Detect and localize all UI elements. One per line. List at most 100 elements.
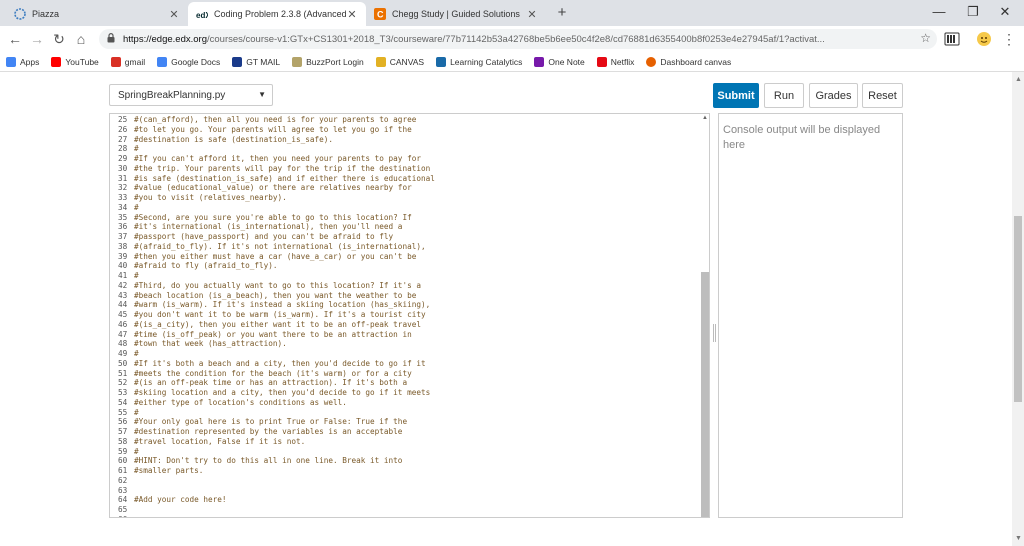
code-line[interactable]: 53 #skiing location and a city, then you'…: [110, 388, 700, 398]
bookmark-netflix[interactable]: Netflix: [596, 56, 635, 67]
code-line[interactable]: 27 #destination is safe (destination_is_s…: [110, 135, 700, 145]
tab-chegg[interactable]: C Chegg Study | Guided Solutions ✕: [366, 2, 546, 26]
code-line[interactable]: 38 #(afraid_to_fly). If it's not internat…: [110, 242, 700, 252]
bookmark-star-icon[interactable]: ☆: [920, 31, 931, 45]
scroll-up-arrow-icon[interactable]: ▲: [702, 115, 708, 121]
code-line[interactable]: 62: [110, 476, 700, 486]
code-line[interactable]: 57 #destination represented by the variab…: [110, 427, 700, 437]
code-line[interactable]: 40 #afraid to fly (afraid_to_fly).: [110, 261, 700, 271]
code-line[interactable]: 55 #: [110, 408, 700, 418]
code-line[interactable]: 56 #Your only goal here is to print True …: [110, 417, 700, 427]
code-line[interactable]: 50 #If it's both a beach and a city, then…: [110, 359, 700, 369]
code-line[interactable]: 51 #meets the condition for the beach (it…: [110, 369, 700, 379]
code-text: #: [134, 446, 139, 456]
restore-button[interactable]: ❐: [958, 2, 988, 22]
code-editor[interactable]: 25 #(can_afford), then all you need is fo…: [109, 113, 710, 518]
scroll-up-arrow-icon[interactable]: ▲: [1015, 76, 1022, 83]
code-line[interactable]: 39 #then you either must have a car (have…: [110, 252, 700, 262]
submit-button[interactable]: Submit: [713, 83, 759, 108]
code-text: #Add your code here!: [134, 495, 227, 505]
tab-coding-problem[interactable]: edX Coding Problem 2.3.8 (Advanced ✕: [188, 2, 366, 26]
code-line[interactable]: 59 #: [110, 447, 700, 457]
bookmark-one-note[interactable]: One Note: [534, 56, 585, 67]
code-text: #skiing location and a city, then you'd …: [134, 388, 431, 397]
page-scroll-thumb[interactable]: [1014, 216, 1022, 402]
code-line[interactable]: 36 #it's international (is_international)…: [110, 222, 700, 232]
grades-button[interactable]: Grades: [809, 83, 858, 108]
code-text: #is safe (destination_is_safe) and if ei…: [134, 173, 435, 183]
code-text: #: [134, 271, 139, 280]
bookmark-gt-mail[interactable]: GT MAIL: [232, 56, 280, 67]
code-line[interactable]: 43 #beach location (is_a_beach), then you…: [110, 291, 700, 301]
code-line[interactable]: 31 #is safe (destination_is_safe) and if …: [110, 174, 700, 184]
bookmark-youtube[interactable]: YouTube: [51, 56, 99, 67]
forward-arrow-icon[interactable]: →: [28, 30, 46, 48]
code-line[interactable]: 33 #you to visit (relatives_nearby).: [110, 193, 700, 203]
code-line[interactable]: 44 #warm (is_warm). If it's instead a ski…: [110, 300, 700, 310]
bookmark-google-docs[interactable]: Google Docs: [157, 56, 220, 67]
code-line[interactable]: 47 #time (is_off_peak) or you want there …: [110, 330, 700, 340]
file-select-dropdown[interactable]: SpringBreakPlanning.py ▼: [109, 84, 273, 106]
close-window-button[interactable]: ✕: [990, 2, 1020, 22]
menu-kebab-icon[interactable]: ⋮: [1000, 30, 1018, 48]
profile-avatar[interactable]: [976, 31, 992, 47]
code-line[interactable]: 42 #Third, do you actually want to go to …: [110, 281, 700, 291]
code-line[interactable]: 28 #: [110, 144, 700, 154]
code-text: #(afraid_to_fly). If it's not internatio…: [134, 241, 426, 251]
code-line[interactable]: 54 #either type of location's conditions …: [110, 398, 700, 408]
bookmark-apps[interactable]: Apps: [6, 56, 39, 67]
back-arrow-icon[interactable]: ←: [6, 30, 24, 48]
home-icon[interactable]: ⌂: [72, 30, 90, 48]
reset-button[interactable]: Reset: [862, 83, 903, 108]
code-line[interactable]: 35 #Second, are you sure you're able to g…: [110, 213, 700, 223]
run-button[interactable]: Run: [764, 83, 804, 108]
line-number: 46: [118, 319, 128, 329]
new-tab-button[interactable]: +: [553, 4, 571, 22]
close-icon[interactable]: ✕: [168, 8, 180, 21]
editor-scroll-thumb[interactable]: [701, 272, 709, 517]
code-line[interactable]: 46 #(is_a_city), then you either want it …: [110, 320, 700, 330]
code-line[interactable]: 65: [110, 505, 700, 515]
bookmark-label: Netflix: [610, 56, 635, 67]
address-bar[interactable]: https://edge.edx.org/courses/course-v1:G…: [99, 29, 937, 49]
bookmark-buzzport[interactable]: BuzzPort Login: [292, 56, 364, 67]
code-line[interactable]: 25 #(can_afford), then all you need is fo…: [110, 115, 700, 125]
scroll-down-arrow-icon[interactable]: ▼: [1015, 535, 1022, 542]
code-line[interactable]: 61 #smaller parts.: [110, 466, 700, 476]
bookmark-dashboard-canvas[interactable]: Dashboard canvas: [646, 56, 731, 67]
line-number: 47: [118, 329, 128, 339]
minimize-button[interactable]: —: [924, 2, 954, 22]
code-line[interactable]: 41 #: [110, 271, 700, 281]
code-line[interactable]: 26 #to let you go. Your parents will agre…: [110, 125, 700, 135]
close-icon[interactable]: ✕: [526, 8, 538, 21]
pane-resize-handle[interactable]: [713, 324, 716, 342]
code-lines[interactable]: 25 #(can_afford), then all you need is fo…: [110, 115, 700, 517]
code-line[interactable]: 34 #: [110, 203, 700, 213]
code-line[interactable]: 45 #you don't want it to be warm (is_warm…: [110, 310, 700, 320]
code-line[interactable]: 58 #travel location, False if it is not.: [110, 437, 700, 447]
bookmarks-bar: Apps YouTube gmail Google Docs GT MAIL B…: [0, 52, 1024, 72]
code-line[interactable]: 64 #Add your code here!: [110, 495, 700, 505]
line-number: 35: [118, 212, 128, 222]
tab-piazza[interactable]: Piazza ✕: [6, 2, 188, 26]
code-line[interactable]: 60 #HINT: Don't try to do this all in one…: [110, 456, 700, 466]
editor-scrollbar[interactable]: ▲: [700, 114, 709, 517]
code-line[interactable]: 30 #the trip. Your parents will pay for t…: [110, 164, 700, 174]
code-line[interactable]: 37 #passport (have_passport) and you can'…: [110, 232, 700, 242]
code-line[interactable]: 52 #(is an off-peak time or has an attrac…: [110, 378, 700, 388]
page-scrollbar[interactable]: ▲ ▼: [1012, 72, 1024, 546]
code-line[interactable]: 29 #If you can't afford it, then you need…: [110, 154, 700, 164]
bookmark-canvas[interactable]: CANVAS: [375, 56, 424, 67]
bookmark-gmail[interactable]: gmail: [110, 56, 145, 67]
code-line[interactable]: 32 #value (educational_value) or there ar…: [110, 183, 700, 193]
code-text: #time (is_off_peak) or you want there to…: [134, 329, 412, 339]
extension-icon[interactable]: [944, 31, 960, 47]
bookmark-learning-catalytics[interactable]: Learning Catalytics: [436, 56, 522, 67]
reload-icon[interactable]: ↻: [50, 30, 68, 48]
code-line[interactable]: 66: [110, 515, 700, 517]
code-text: #warm (is_warm). If it's instead a skiin…: [134, 300, 431, 310]
code-line[interactable]: 63: [110, 486, 700, 496]
code-line[interactable]: 49 #: [110, 349, 700, 359]
code-line[interactable]: 48 #town that week (has_attraction).: [110, 339, 700, 349]
close-icon[interactable]: ✕: [346, 8, 358, 21]
